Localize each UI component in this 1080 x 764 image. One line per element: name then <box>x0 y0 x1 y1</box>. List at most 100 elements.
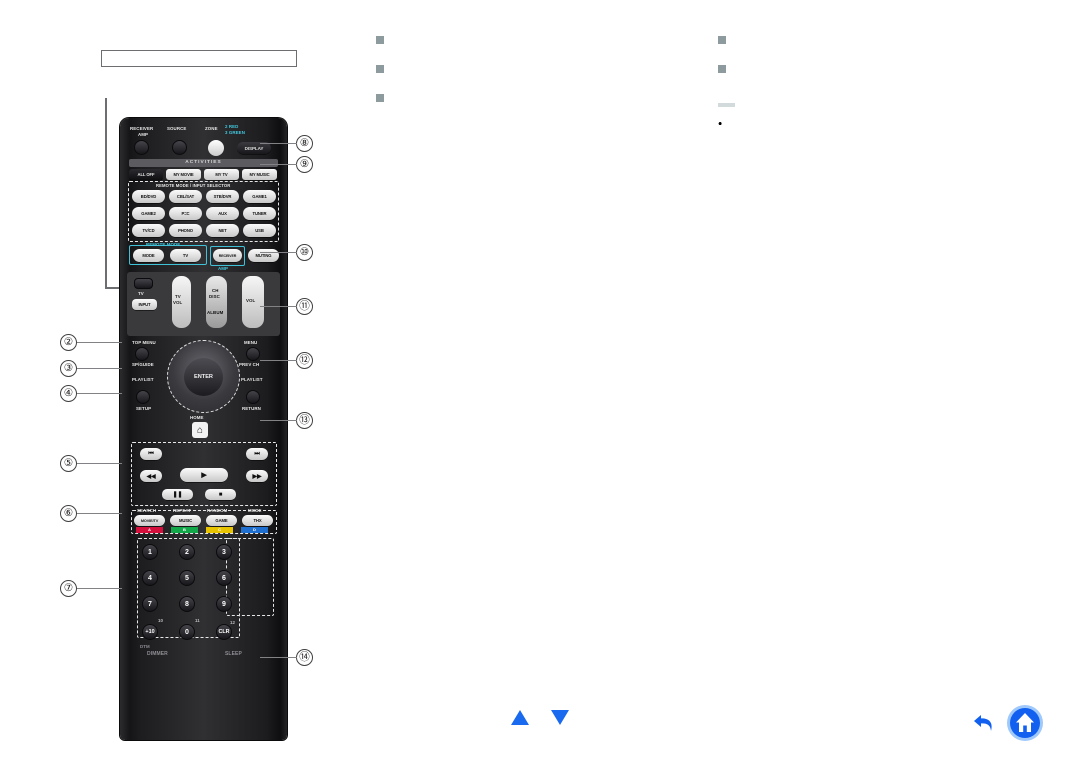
remote-input-row-3: TV/CD PHONO NET USB <box>132 224 277 237</box>
remote-button-usb: USB <box>243 224 276 237</box>
remote-button-pc: P=C <box>169 207 202 220</box>
remote-label-return: RETURN <box>242 406 261 411</box>
remote-label-tv-vol: TV <box>175 294 181 299</box>
table-block-cassette <box>376 94 703 107</box>
remote-label-zone: ZONE <box>205 126 218 131</box>
triangle-down-icon[interactable] <box>551 710 569 725</box>
remote-label-sp-guide: SP/GUIDE <box>132 362 154 367</box>
remote-label-amp: AMP <box>138 132 149 137</box>
remote-button-next-track: ⏭ <box>246 448 268 460</box>
remote-label-prev-ch: PREV CH <box>239 362 260 367</box>
remote-label-receiver: RECEIVER <box>130 126 154 131</box>
remote-control-image: RECEIVER AMP SOURCE ZONE 2 RED 3 GREEN D… <box>120 118 287 740</box>
remote-button-plus10: +10 <box>142 624 158 640</box>
remote-button-cbl-sat: CBL/SAT <box>169 190 202 203</box>
remote-label-top-menu: TOP MENU <box>132 340 156 345</box>
remote-button-6: 6 <box>216 570 232 586</box>
remote-label-repeat: REPEAT <box>173 508 192 513</box>
callout-leader-line-vertical <box>105 98 107 288</box>
remote-button-mode: MODE <box>133 249 164 262</box>
back-arrow-icon[interactable] <box>969 708 999 738</box>
remote-button-aux: AUX <box>206 207 239 220</box>
remote-mode-callout <box>101 50 297 67</box>
remote-color-tag-a: A <box>136 527 163 533</box>
remote-button-0: 0 <box>179 624 195 640</box>
remote-button-game1: GAME1 <box>243 190 276 203</box>
callout-number-8: ⑧ <box>296 135 313 152</box>
remote-color-button-row: MOVIE/TV MUSIC GAME THX <box>134 515 273 526</box>
remote-button-enter: ENTER <box>184 358 223 396</box>
remote-button-2: 2 <box>179 544 195 560</box>
remote-label-ch: CH <box>212 288 219 293</box>
callout-number-11: ⑪ <box>296 298 313 315</box>
remote-button-thx: THX <box>242 515 273 526</box>
callout-line-7 <box>77 588 122 589</box>
remote-label-sleep: SLEEP <box>225 651 242 657</box>
remote-numpad-row-2: 4 5 6 <box>142 570 232 586</box>
remote-button-9: 9 <box>216 596 232 612</box>
remote-button-play: ▶ <box>180 468 228 482</box>
remote-button-7: 7 <box>142 596 158 612</box>
remote-label-activities: ACTIVITIES <box>129 159 278 167</box>
callout-number-5: ⑤ <box>60 455 77 472</box>
middle-content-column <box>376 36 703 123</box>
remote-color-tag-c: C <box>206 527 233 533</box>
remote-button-8: 8 <box>179 596 195 612</box>
callout-line-3 <box>77 368 122 369</box>
remote-button-bd-dvd: BD/DVD <box>132 190 165 203</box>
remote-label-dimmer: DIMMER <box>147 651 168 657</box>
callout-line-14 <box>260 657 297 658</box>
remote-label-10: 10 <box>158 618 164 623</box>
section-heading-vcr <box>376 65 703 73</box>
remote-label-source: SOURCE <box>167 126 187 131</box>
remote-input-row-1: BD/DVD CBL/SAT STB/DVR GAME1 <box>132 190 277 203</box>
callout-line-10 <box>260 252 297 253</box>
remote-button-receiver-power <box>134 140 149 155</box>
remote-numpad-group-right <box>226 538 274 616</box>
callout-line-2 <box>77 342 122 343</box>
navigation-icons <box>969 704 1044 742</box>
remote-label-mode: MODE <box>248 508 262 513</box>
triangle-up-icon[interactable] <box>511 710 529 725</box>
section-heading-cassette <box>376 94 703 102</box>
table-block-vcr <box>376 65 703 78</box>
remote-label-zone3green: 3 GREEN <box>225 130 245 135</box>
remote-label-amp2: AMP <box>218 266 229 271</box>
remote-label-album: ALBUM <box>207 310 224 315</box>
remote-button-movie-tv: MOVIE/TV <box>134 515 165 526</box>
note-label <box>718 103 735 107</box>
callout-line-11 <box>260 306 297 307</box>
remote-label-search: SEARCH <box>137 508 157 513</box>
table-block-satellite <box>718 36 1045 49</box>
callout-number-13: ⑬ <box>296 412 313 429</box>
remote-label-remote-mode: REMOTE MODE <box>146 242 181 247</box>
remote-label-playlist-right: PLAYLIST <box>241 377 263 382</box>
remote-button-menu <box>246 347 260 361</box>
remote-color-tag-b: B <box>171 527 198 533</box>
callout-number-7: ⑦ <box>60 580 77 597</box>
remote-button-game2: GAME2 <box>132 207 165 220</box>
remote-button-my-movie: MY MOVIE <box>166 169 201 180</box>
remote-button-tuner: TUNER <box>243 207 276 220</box>
remote-button-zone <box>208 140 224 156</box>
bullet-square-icon <box>376 94 384 102</box>
remote-button-receiver: RECEIVER <box>213 249 242 262</box>
remote-numpad-row-4: +10 0 CLR <box>142 624 232 640</box>
callout-line-9 <box>260 164 297 165</box>
remote-button-5: 5 <box>179 570 195 586</box>
remote-button-clr: CLR <box>216 624 232 640</box>
remote-button-muting: MUTING <box>248 249 279 262</box>
remote-button-stop: ■ <box>205 489 236 500</box>
remote-button-pause: ❚❚ <box>162 489 193 500</box>
remote-label-disc: DISC <box>209 294 220 299</box>
callout-number-12: ⑫ <box>296 352 313 369</box>
remote-color-tag-row: A B C D <box>136 527 268 533</box>
callout-line-5 <box>77 463 122 464</box>
remote-button-my-music: MY MUSIC <box>242 169 277 180</box>
remote-button-home: ⌂ <box>192 422 208 438</box>
remote-label-zone2red: 2 RED <box>225 124 239 129</box>
remote-label-tv-vol2: VOL <box>173 300 183 305</box>
home-icon[interactable] <box>1006 704 1044 742</box>
callout-line-13 <box>260 420 297 421</box>
remote-button-source-power <box>172 140 187 155</box>
